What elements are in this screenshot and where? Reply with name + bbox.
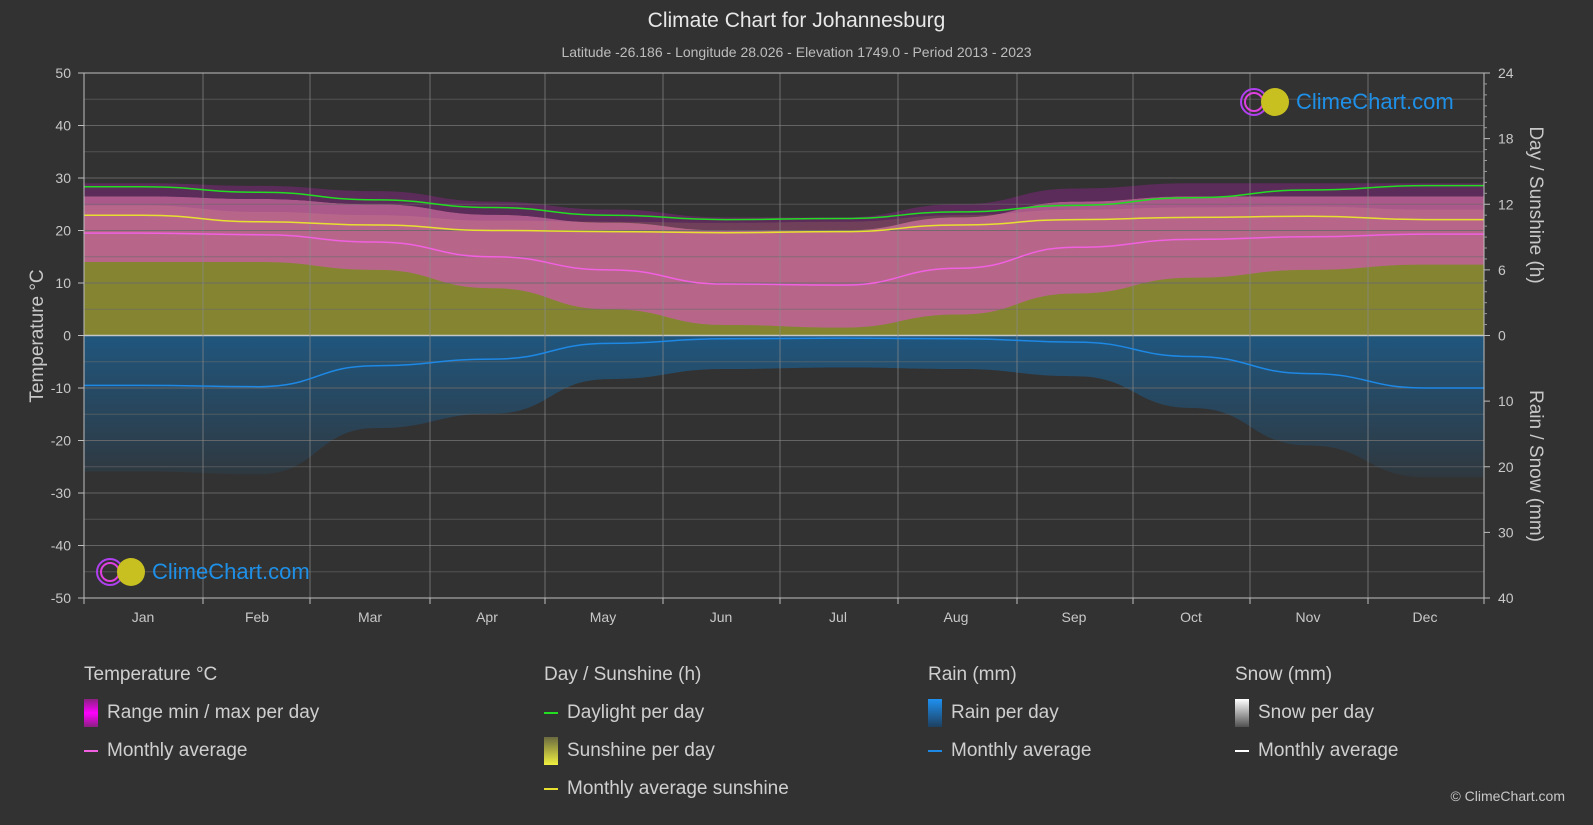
temp-avg-swatch [84,750,98,752]
legend-item-temp-avg: Monthly average [84,740,319,762]
legend-temperature-title: Temperature °C [84,664,218,685]
x-tick-label: Nov [1296,609,1321,625]
right-tick-label-hours: 6 [1498,262,1506,278]
right-tick-label-hours: 12 [1498,196,1514,212]
right-axis-title-mm: Rain / Snow (mm) [1525,390,1546,542]
legend-item-rain-avg: Monthly average [928,740,1091,762]
legend-snow: Snow (mm) Snow per day Monthly average [1235,664,1398,778]
temp-range-swatch [84,699,98,727]
x-tick-label: Sep [1062,609,1087,625]
x-tick-label: Feb [245,609,269,625]
left-tick-label: -30 [51,485,71,501]
logo-text: ClimeChart.com [1296,89,1454,114]
legend-item-snow: Snow per day [1235,699,1398,727]
legend-rain: Rain (mm) Rain per day Monthly average [928,664,1091,778]
snow-swatch [1235,699,1249,727]
legend-sunshine-title: Day / Sunshine (h) [544,664,702,685]
left-tick-label: 40 [55,118,71,134]
left-tick-label: -20 [51,433,71,449]
x-tick-label: Apr [476,609,498,625]
x-tick-label: Aug [944,609,969,625]
right-tick-label-mm: 20 [1498,459,1514,475]
sunshine-swatch [544,737,558,765]
legend-item-snow-avg: Monthly average [1235,740,1398,762]
watermark-logo-bottom: ClimeChart.com [94,556,310,588]
left-tick-label: 10 [55,275,71,291]
watermark-logo-top: ClimeChart.com [1238,86,1454,118]
right-tick-label-hours: 18 [1498,131,1514,147]
rain-area [84,335,1484,478]
legend-item-sunshine: Sunshine per day [544,737,789,765]
x-tick-label: Mar [358,609,382,625]
sunshine-avg-swatch [544,788,558,790]
copyright: © ClimeChart.com [1450,788,1565,804]
left-tick-label: 0 [63,328,71,344]
x-tick-label: Dec [1413,609,1438,625]
logo-text: ClimeChart.com [152,559,310,584]
climechart-logo-icon [96,558,145,586]
rain-avg-swatch [928,750,942,752]
right-tick-label-hours: 24 [1498,65,1514,81]
right-tick-label-mm: 10 [1498,393,1514,409]
legend-item-sunshine-avg: Monthly average sunshine [544,778,789,800]
rain-swatch [928,699,942,727]
x-tick-label: Jan [132,609,155,625]
daylight-swatch [544,712,558,714]
left-tick-label: -40 [51,538,71,554]
x-tick-label: Oct [1180,609,1202,625]
left-tick-label: -10 [51,380,71,396]
legend-item-rain: Rain per day [928,699,1091,727]
right-axis-title-hours: Day / Sunshine (h) [1525,126,1546,283]
x-tick-label: May [590,609,616,625]
right-tick-label-hours: 0 [1498,328,1506,344]
left-tick-label: 30 [55,170,71,186]
snow-avg-swatch [1235,750,1249,752]
x-tick-label: Jun [710,609,733,625]
left-tick-label: -50 [51,590,71,606]
legend-temperature: Temperature °C Range min / max per day M… [84,664,319,778]
climechart-logo-icon [1240,88,1289,116]
legend-snow-title: Snow (mm) [1235,664,1333,685]
legend-sunshine: Day / Sunshine (h) Daylight per day Suns… [544,664,789,816]
legend-item-temp-range: Range min / max per day [84,699,319,727]
legend-item-daylight: Daylight per day [544,702,789,724]
left-tick-label: 20 [55,223,71,239]
right-tick-label-mm: 30 [1498,524,1514,540]
left-tick-label: 50 [55,65,71,81]
left-axis-title: Temperature °C [27,269,48,402]
x-tick-label: Jul [829,609,847,625]
right-tick-label-mm: 40 [1498,590,1514,606]
legend-rain-title: Rain (mm) [928,664,1017,685]
